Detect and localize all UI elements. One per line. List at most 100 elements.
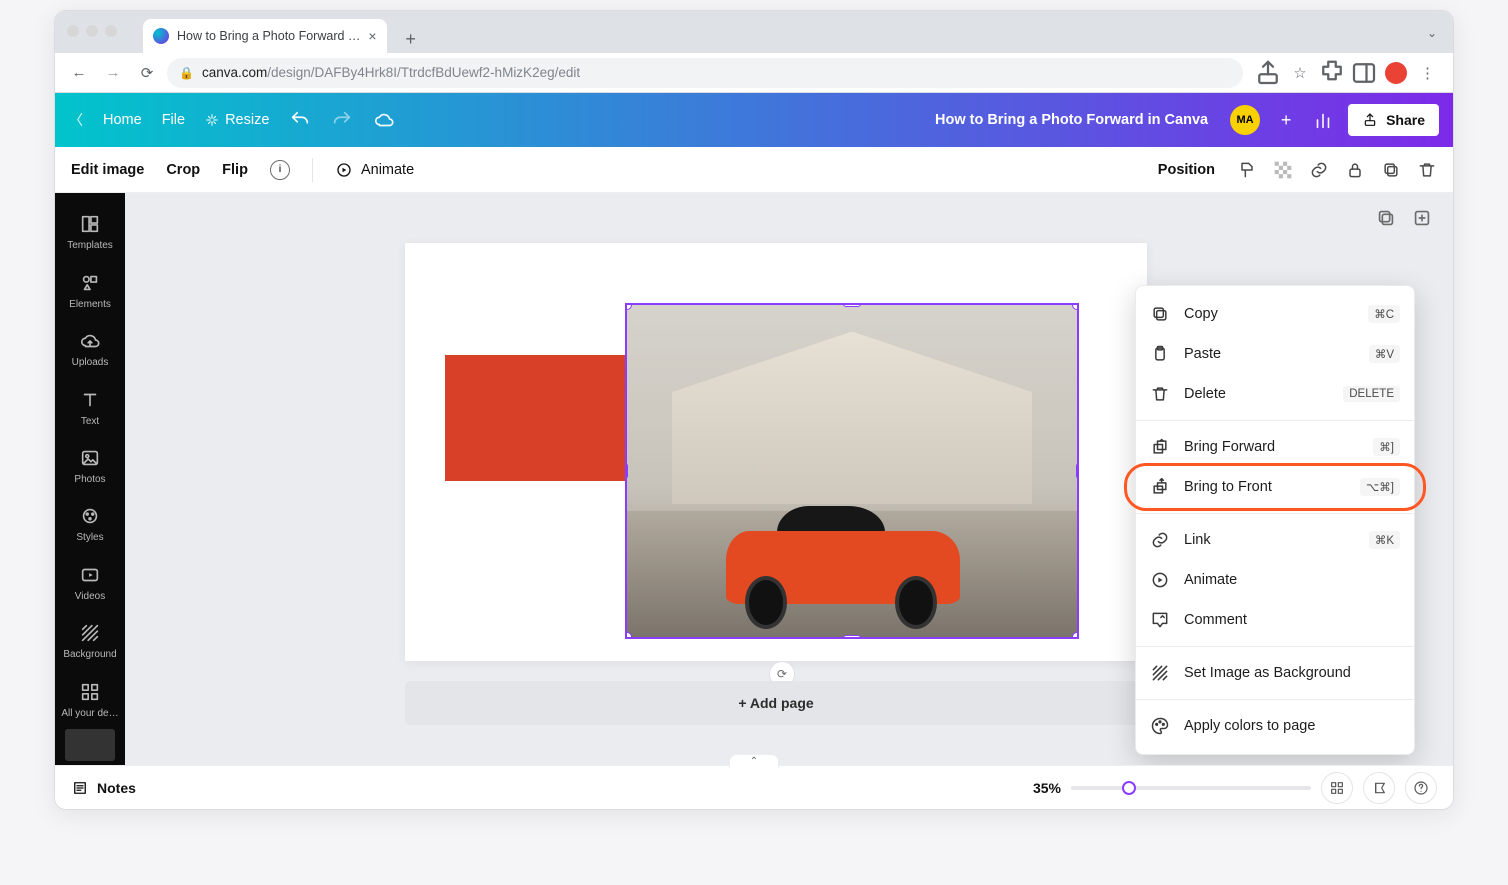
document-title[interactable]: How to Bring a Photo Forward in Canva xyxy=(935,112,1208,128)
resize-label: Resize xyxy=(225,112,269,128)
lock-icon: 🔒 xyxy=(179,66,194,80)
selected-photo-element[interactable] xyxy=(625,303,1079,639)
nav-back-button[interactable]: ← xyxy=(65,59,93,87)
ctx-shortcut: ⌘C xyxy=(1368,305,1400,323)
extensions-icon[interactable] xyxy=(1317,58,1347,88)
sidebar-item-uploads[interactable]: Uploads xyxy=(55,320,125,378)
browser-tab[interactable]: How to Bring a Photo Forward … × xyxy=(143,19,387,53)
help-button[interactable] xyxy=(1405,772,1437,804)
share-button[interactable]: Share xyxy=(1348,104,1439,136)
context-menu: Copy ⌘C Paste ⌘V Delete DELETE Bring For… xyxy=(1135,285,1415,755)
insights-icon[interactable] xyxy=(1312,109,1334,131)
ctx-set-bg[interactable]: Set Image as Background xyxy=(1136,653,1414,693)
ctx-bring-forward[interactable]: Bring Forward ⌘] xyxy=(1136,427,1414,467)
ctx-bring-to-front[interactable]: Bring to Front ⌥⌘] xyxy=(1136,467,1414,507)
palette-icon xyxy=(1150,716,1170,736)
edit-image-button[interactable]: Edit image xyxy=(71,162,144,178)
flip-button[interactable]: Flip xyxy=(222,162,248,178)
resize-handle[interactable] xyxy=(843,635,861,639)
ctx-delete[interactable]: Delete DELETE xyxy=(1136,374,1414,414)
ctx-divider xyxy=(1136,646,1414,647)
photos-icon xyxy=(79,447,101,469)
chrome-menu-icon[interactable]: ⋮ xyxy=(1413,58,1443,88)
add-collaborator-button[interactable]: + xyxy=(1274,108,1298,132)
resize-handle[interactable] xyxy=(1072,632,1079,639)
design-page[interactable] xyxy=(405,243,1147,661)
duplicate-page-icon[interactable] xyxy=(1375,207,1397,229)
ctx-comment[interactable]: Comment xyxy=(1136,600,1414,640)
zoom-slider-thumb[interactable] xyxy=(1122,781,1136,795)
sidebar-scroll-preview[interactable] xyxy=(65,729,115,761)
ctx-copy[interactable]: Copy ⌘C xyxy=(1136,294,1414,334)
image-info-icon[interactable]: i xyxy=(270,160,290,180)
traffic-max[interactable] xyxy=(105,25,117,37)
home-link[interactable]: Home xyxy=(103,112,142,128)
present-button[interactable] xyxy=(1363,772,1395,804)
copy-style-icon[interactable] xyxy=(1237,160,1257,180)
user-avatar[interactable]: MA xyxy=(1230,105,1260,135)
sidebar-item-photos[interactable]: Photos xyxy=(55,437,125,495)
undo-button[interactable] xyxy=(289,109,311,131)
nav-reload-button[interactable]: ⟳ xyxy=(133,59,161,87)
address-bar[interactable]: 🔒 canva.com/design/DAFBy4Hrk8I/TtrdcfBdU… xyxy=(167,58,1243,88)
transparency-icon[interactable] xyxy=(1273,160,1293,180)
resize-menu[interactable]: Resize xyxy=(205,112,269,128)
link-icon[interactable] xyxy=(1309,160,1329,180)
sidebar-item-background[interactable]: Background xyxy=(55,612,125,670)
sidebar-item-templates[interactable]: Templates xyxy=(55,203,125,261)
ctx-apply-colors[interactable]: Apply colors to page xyxy=(1136,706,1414,746)
traffic-min[interactable] xyxy=(86,25,98,37)
ctx-label: Comment xyxy=(1184,612,1400,628)
ctx-animate[interactable]: Animate xyxy=(1136,560,1414,600)
tab-close-icon[interactable]: × xyxy=(368,28,376,44)
collapse-panel-icon[interactable]: ⌃ xyxy=(729,754,779,768)
ctx-label: Delete xyxy=(1184,386,1329,402)
grid-view-button[interactable] xyxy=(1321,772,1353,804)
ctx-label: Animate xyxy=(1184,572,1400,588)
notes-label: Notes xyxy=(97,780,136,796)
uploads-icon xyxy=(79,330,101,352)
resize-handle[interactable] xyxy=(1076,463,1079,479)
file-menu[interactable]: File xyxy=(162,112,185,128)
resize-handle[interactable] xyxy=(625,463,628,479)
zoom-slider-track[interactable] xyxy=(1071,786,1311,790)
tab-overflow-icon[interactable]: ⌄ xyxy=(1427,26,1437,40)
duplicate-icon[interactable] xyxy=(1381,160,1401,180)
crop-button[interactable]: Crop xyxy=(166,162,200,178)
sidebar-item-text[interactable]: Text xyxy=(55,378,125,436)
zoom-percent[interactable]: 35% xyxy=(1033,780,1061,796)
animate-button[interactable]: Animate xyxy=(335,161,414,179)
ctx-label: Copy xyxy=(1184,306,1354,322)
sidebar-item-all-designs[interactable]: All your de… xyxy=(55,671,125,729)
resize-handle[interactable] xyxy=(1072,303,1079,310)
add-page-icon[interactable] xyxy=(1411,207,1433,229)
share-page-icon[interactable] xyxy=(1253,58,1283,88)
cloud-sync-icon[interactable] xyxy=(373,109,395,131)
sidebar-item-videos[interactable]: Videos xyxy=(55,554,125,612)
back-chevron-icon[interactable]: 〈 xyxy=(69,110,83,130)
redo-button[interactable] xyxy=(331,109,353,131)
traffic-close[interactable] xyxy=(67,25,79,37)
sidebar-item-styles[interactable]: Styles xyxy=(55,495,125,553)
ctx-paste[interactable]: Paste ⌘V xyxy=(1136,334,1414,374)
delete-icon[interactable] xyxy=(1417,160,1437,180)
sidepanel-icon[interactable] xyxy=(1349,58,1379,88)
position-button[interactable]: Position xyxy=(1158,162,1215,178)
canvas-area[interactable]: ⟳ + Add page Copy ⌘C Paste ⌘V Delet xyxy=(125,193,1453,765)
bookmark-star-icon[interactable]: ☆ xyxy=(1285,58,1315,88)
ctx-link[interactable]: Link ⌘K xyxy=(1136,520,1414,560)
templates-icon xyxy=(79,213,101,235)
nav-forward-button[interactable]: → xyxy=(99,59,127,87)
photo-car-illustration xyxy=(726,531,960,604)
lock-icon[interactable] xyxy=(1345,160,1365,180)
share-label: Share xyxy=(1386,112,1425,128)
ctx-shortcut: DELETE xyxy=(1343,386,1400,402)
resize-handle[interactable] xyxy=(843,303,861,307)
add-page-button[interactable]: + Add page xyxy=(405,681,1147,725)
profile-avatar[interactable] xyxy=(1381,58,1411,88)
styles-icon xyxy=(79,505,101,527)
sidebar-item-elements[interactable]: Elements xyxy=(55,261,125,319)
resize-handle[interactable] xyxy=(625,632,632,639)
new-tab-button[interactable]: + xyxy=(397,25,425,53)
notes-button[interactable]: Notes xyxy=(71,779,136,797)
